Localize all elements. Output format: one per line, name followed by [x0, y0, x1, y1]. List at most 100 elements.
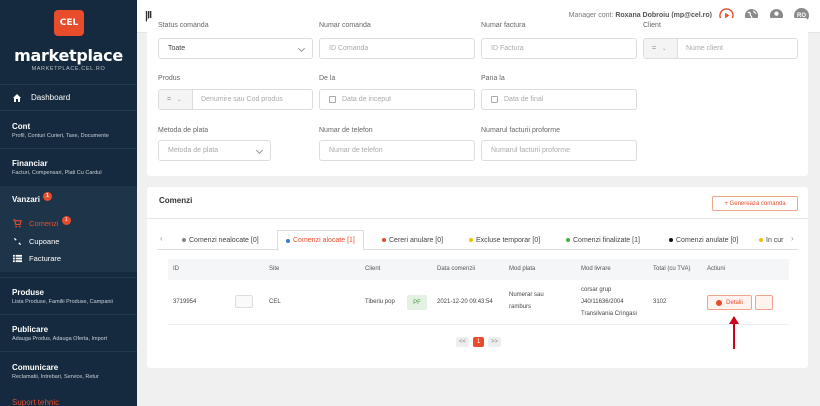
document-icon[interactable]: [755, 295, 773, 310]
order-number-input[interactable]: ID Comanda: [319, 38, 475, 59]
invoice-number-input[interactable]: ID Factura: [481, 38, 637, 59]
tab-label: Comenzi anulate [0]: [676, 236, 739, 244]
copy-icon[interactable]: [235, 295, 253, 308]
sidebar-item-publicare[interactable]: Publicare Adauga Produs, Adauga Oferta, …: [0, 314, 137, 351]
tab-in-curs[interactable]: In cur: [759, 230, 784, 250]
sidebar-section-title: Produse: [12, 288, 45, 297]
cel-logo[interactable]: CEL: [54, 10, 84, 36]
client-operator-select[interactable]: = ⌄: [644, 39, 678, 58]
phone-placeholder: Numar de telefon: [329, 147, 383, 154]
sidebar-item-comunicare[interactable]: Comunicare Reclamatii, Intrebari, Servic…: [0, 351, 137, 391]
sidebar-item-label: Dashboard: [31, 93, 71, 102]
product-operator-value: =: [167, 96, 172, 103]
sidebar-section-subtitle: Facturi, Compensari, Plati Cu Cardul: [12, 170, 102, 176]
tab-comenzi-finalizate[interactable]: Comenzi finalizate [1]: [566, 230, 640, 250]
tab-label: Excluse temporar [0]: [476, 236, 541, 244]
sidebar-section-title: Publicare: [12, 325, 49, 334]
pagination-prev[interactable]: <<: [456, 337, 469, 347]
table-row: 3719954 CEL Tiberiu pop PF 2021-12-20 09…: [168, 280, 789, 325]
pagination-current[interactable]: 1: [473, 337, 484, 347]
filters-panel: Status comanda Toate Numar comanda ID Co…: [147, 18, 808, 176]
tab-label: Comenzi finalizate [1]: [573, 236, 640, 244]
payment-method-label: Metoda de plata: [158, 127, 209, 134]
tab-label: Cereri anulare [0]: [389, 236, 444, 244]
order-number-placeholder: ID Comanda: [329, 45, 369, 52]
sidebar-section-title: Vanzari: [12, 195, 41, 204]
status-dot: [469, 238, 473, 242]
status-dot: [759, 238, 763, 242]
status-dot: [566, 238, 570, 242]
tab-comenzi-anulate[interactable]: Comenzi anulate [0]: [669, 230, 738, 250]
product-operator-select[interactable]: = ⌄: [159, 90, 193, 109]
column-header: Mod livrare: [581, 266, 611, 272]
sidebar-item-dashboard[interactable]: Dashboard: [0, 84, 137, 110]
delivery-line: J40/11636/2004: [581, 299, 624, 305]
calendar-icon: [491, 96, 498, 103]
payment-method-placeholder: Metoda de plata: [168, 147, 219, 154]
tab-label: Comenzi nealocate [0]: [189, 236, 259, 244]
order-id[interactable]: 3719954: [173, 299, 196, 305]
sidebar-subitem-facturare[interactable]: Facturare: [13, 254, 61, 263]
tab-comenzi-alocate[interactable]: Comenzi alocate [1]: [277, 230, 364, 251]
invoice-number-label: Numar factura: [481, 22, 526, 29]
tab-cereri-anulare[interactable]: Cereri anulare [0]: [382, 230, 443, 250]
client-operator-value: =: [652, 45, 657, 52]
product-placeholder: Denumire sau Cod produs: [201, 96, 283, 103]
sidebar-section-title: Cont: [12, 122, 31, 131]
client-input[interactable]: = ⌄ Nume client: [643, 38, 798, 59]
sidebar-item-vanzari[interactable]: Vanzari 1: [0, 186, 137, 210]
status-dot: [382, 238, 386, 242]
invoice-number-placeholder: ID Factura: [491, 45, 524, 52]
client-label: Client: [643, 22, 661, 29]
sidebar-section-title: Comunicare: [12, 363, 59, 372]
order-site: CEL: [269, 299, 281, 305]
phone-label: Numar de telefon: [319, 127, 373, 134]
sidebar-item-financiar[interactable]: Financiar Facturi, Compensari, Plati Cu …: [0, 148, 137, 186]
delivery-line: Transilvania Cringasi: [581, 311, 637, 317]
sidebar-section-subtitle: Profil, Conturi Curieri, Taxe, Documente: [12, 133, 109, 139]
delivery-line: corsar grup: [581, 287, 612, 293]
status-select[interactable]: Toate: [158, 38, 313, 59]
proforma-input[interactable]: Numarul facturii proforme: [481, 140, 637, 161]
date-from-placeholder: Data de inceput: [342, 96, 392, 103]
phone-input[interactable]: Numar de telefon: [319, 140, 475, 161]
vanzari-badge: 1: [43, 192, 53, 201]
payment-method-select[interactable]: Metoda de plata: [158, 140, 271, 161]
sidebar-item-suport[interactable]: Suport tehnic: [12, 398, 59, 406]
pagination-next[interactable]: >>: [488, 337, 501, 347]
home-icon: [13, 93, 21, 102]
sidebar-section-subtitle: Reclamatii, Intrebari, Service, Retur: [12, 374, 99, 380]
order-date: 2021-12-20 09:43:54: [437, 299, 493, 305]
orders-panel: Comenzi + Genereaza comanda ‹ Comenzi ne…: [147, 187, 808, 368]
product-input[interactable]: = ⌄ Denumire sau Cod produs: [158, 89, 313, 110]
date-to-input[interactable]: Data de final: [481, 89, 637, 110]
sidebar-item-cont[interactable]: Cont Profil, Conturi Curieri, Taxe, Docu…: [0, 110, 137, 148]
chevron-left-icon[interactable]: ‹: [160, 234, 163, 243]
sidebar-subitem-comenzi[interactable]: Comenzi 1: [13, 216, 71, 228]
status-dot: [286, 238, 290, 243]
details-button[interactable]: Detalii: [707, 295, 752, 310]
proforma-placeholder: Numarul facturii proforme: [491, 147, 570, 154]
column-header: Mod plata: [509, 266, 536, 272]
details-label: Detalii: [726, 299, 743, 306]
tab-excluse-temporar[interactable]: Excluse temporar [0]: [469, 230, 540, 250]
status-label: Status comanda: [158, 22, 209, 29]
orders-title: Comenzi: [159, 196, 193, 205]
table-header: ID Site Client Data comenzii Mod plata M…: [168, 259, 789, 280]
tab-comenzi-nealocate[interactable]: Comenzi nealocate [0]: [182, 230, 259, 250]
order-client: Tiberiu pop: [365, 299, 395, 305]
payment-method-line: Numerar sau: [509, 292, 544, 298]
sidebar-item-produse[interactable]: Produse Lista Produse, Familii Produse, …: [0, 277, 137, 314]
chevron-right-icon[interactable]: ›: [791, 234, 794, 243]
ticket-icon: [13, 237, 22, 246]
date-from-input[interactable]: Data de inceput: [319, 89, 475, 110]
generate-order-button[interactable]: + Genereaza comanda: [712, 196, 798, 211]
client-type-badge: PF: [407, 295, 427, 310]
sidebar-subitem-cupoane[interactable]: Cupoane: [13, 237, 59, 246]
annotation-arrowhead: [729, 316, 739, 324]
status-dot: [182, 238, 186, 242]
sidebar: CEL marketplace MARKETPLACE.CEL.RO Dashb…: [0, 0, 137, 406]
calendar-icon: [329, 96, 336, 103]
column-header: ID: [173, 266, 179, 272]
sidebar-section-subtitle: Lista Produse, Familii Produse, Campanii: [12, 299, 113, 305]
